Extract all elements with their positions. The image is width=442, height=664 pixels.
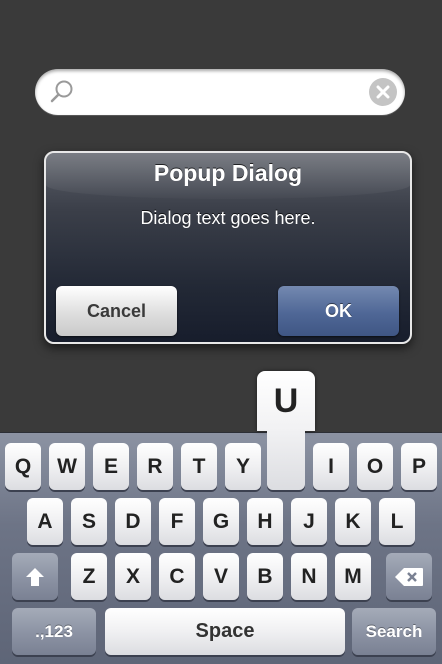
shift-arrow-icon [26, 567, 44, 586]
shift-key[interactable] [12, 553, 58, 600]
key-h[interactable]: H [247, 498, 283, 545]
key-q[interactable]: Q [5, 443, 41, 490]
ok-button[interactable]: OK [278, 286, 399, 336]
key-n[interactable]: N [291, 553, 327, 600]
key-g[interactable]: G [203, 498, 239, 545]
key-u[interactable] [267, 430, 305, 490]
key-o[interactable]: O [357, 443, 393, 490]
key-j[interactable]: J [291, 498, 327, 545]
key-k[interactable]: K [335, 498, 371, 545]
key-a[interactable]: A [27, 498, 63, 545]
key-i[interactable]: I [313, 443, 349, 490]
key-r[interactable]: R [137, 443, 173, 490]
dialog-title: Popup Dialog [153, 160, 303, 186]
search-key[interactable]: Search [352, 608, 436, 655]
key-e[interactable]: E [93, 443, 129, 490]
cancel-button[interactable]: Cancel [56, 286, 177, 336]
dialog-message: Dialog text goes here. [140, 208, 316, 228]
key-z[interactable]: Z [71, 553, 107, 600]
search-bar[interactable] [35, 69, 405, 115]
popup-dialog: Popup Dialog Dialog text goes here. Canc… [44, 151, 412, 344]
clear-icon[interactable] [369, 78, 397, 106]
key-f[interactable]: F [159, 498, 195, 545]
key-y[interactable]: Y [225, 443, 261, 490]
key-c[interactable]: C [159, 553, 195, 600]
search-input[interactable] [85, 77, 359, 109]
key-t[interactable]: T [181, 443, 217, 490]
key-s[interactable]: S [71, 498, 107, 545]
key-b[interactable]: B [247, 553, 283, 600]
search-icon [50, 80, 73, 103]
backspace-key[interactable] [386, 553, 432, 600]
key-l[interactable]: L [379, 498, 415, 545]
key-d[interactable]: D [115, 498, 151, 545]
key-x[interactable]: X [115, 553, 151, 600]
numbers-key[interactable]: .,123 [12, 608, 96, 655]
key-v[interactable]: V [203, 553, 239, 600]
key-u-popup: U [257, 371, 315, 431]
key-p[interactable]: P [401, 443, 437, 490]
backspace-icon [395, 567, 423, 586]
key-w[interactable]: W [49, 443, 85, 490]
space-key[interactable]: Space [105, 608, 345, 655]
keyboard: Q W E R T Y I O P A S D F G H J K L Z X … [0, 432, 442, 664]
key-m[interactable]: M [335, 553, 371, 600]
